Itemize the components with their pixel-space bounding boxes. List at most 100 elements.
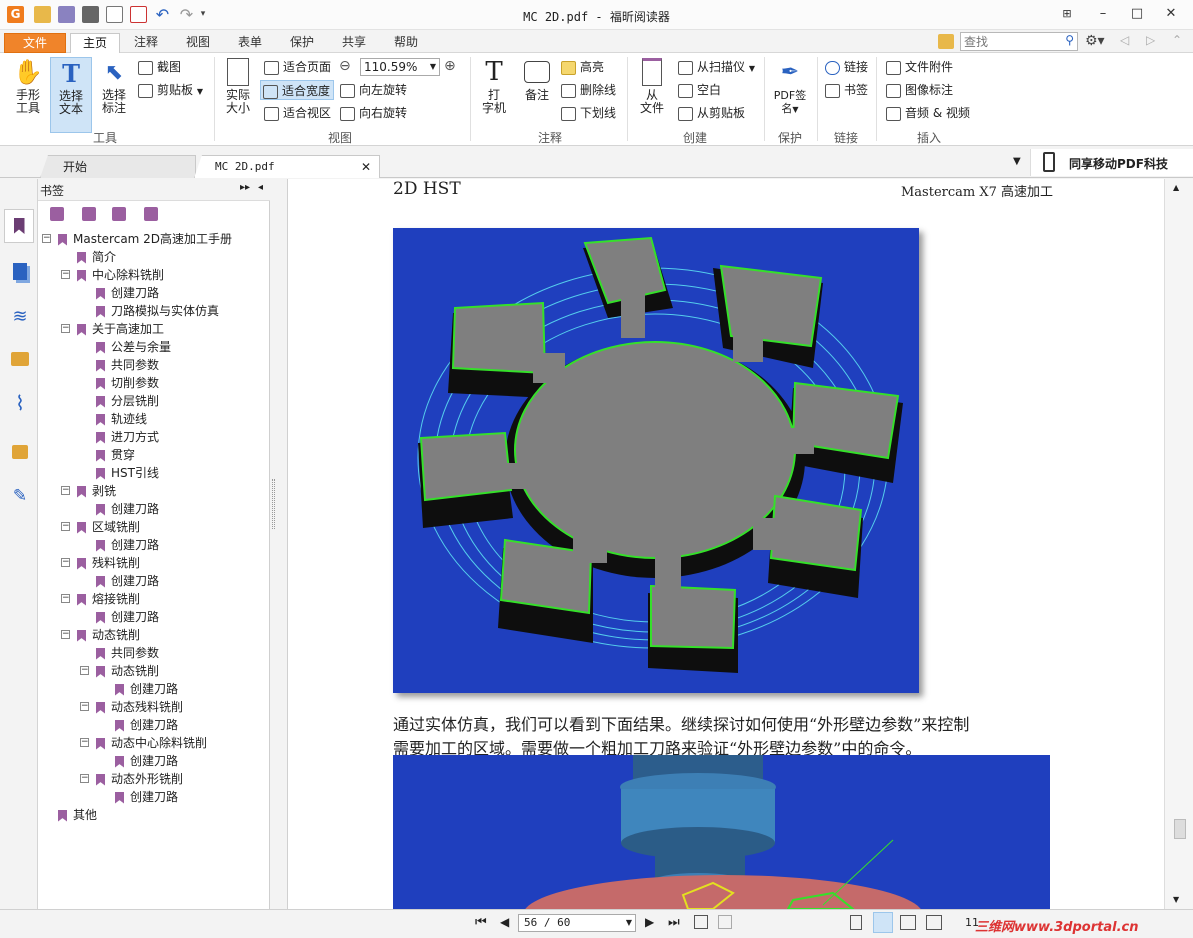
close-button[interactable]: ✕ [1156,4,1186,24]
from-clipboard-button[interactable]: 从剪贴板 [678,103,745,123]
bookmark-item[interactable]: − 剥铣 [61,482,116,500]
search-prev-icon[interactable]: ◁ [1120,33,1129,47]
fit-visible-button[interactable]: 适合视区 [262,103,333,123]
bookmark-item[interactable]: − 动态铣削 [61,626,140,644]
bookmarks-panel-icon[interactable] [4,209,34,243]
expand-bookmark-icon[interactable] [144,207,158,221]
collapse-toggle-icon[interactable]: − [80,774,89,783]
comments-panel-icon[interactable] [8,347,32,371]
first-page-icon[interactable]: ⏮ [475,915,487,930]
bookmark-item[interactable]: − 动态外形铣削 [80,770,183,788]
vertical-scrollbar[interactable]: ▲ ▼ [1164,179,1193,909]
scroll-up-icon[interactable]: ▲ [1173,183,1179,192]
attachments-panel-icon[interactable]: ⌇ [8,391,32,415]
collapse-toggle-icon[interactable]: − [80,666,89,675]
rotate-right-button[interactable]: 向右旋转 [340,103,407,123]
image-annotation-button[interactable]: 图像标注 [886,80,953,100]
bookmark-item[interactable]: 简介 [77,248,116,266]
zoom-out-icon[interactable]: ⊖ [339,58,351,74]
splitter-grip[interactable] [272,479,275,529]
bookmark-item[interactable]: 创建刀路 [115,752,178,770]
collapse-toggle-icon[interactable]: − [61,594,70,603]
bookmark-item[interactable]: 创建刀路 [96,608,159,626]
underline-button[interactable]: 下划线 [561,103,616,123]
from-file-button[interactable]: 从 文件 [634,57,670,115]
bookmark-item[interactable]: 共同参数 [96,356,159,374]
bookmark-item[interactable]: 贯穿 [96,446,135,464]
continuous-facing-icon[interactable] [926,915,942,930]
collapse-toggle-icon[interactable]: − [61,486,70,495]
typewriter-button[interactable]: T 打 字机 [476,57,512,115]
collapse-panel-icon[interactable]: ◂ [258,182,263,193]
settings-gear-icon[interactable]: ⚙▾ [1085,33,1105,49]
bookmark-item[interactable]: 共同参数 [96,644,159,662]
next-page-icon[interactable]: ▶ [645,915,654,929]
tab-form[interactable]: 表单 [230,33,270,53]
page-number-field[interactable]: 56 / 60 ▼ [518,914,636,932]
previous-page-icon[interactable]: ◀ [500,915,509,929]
move-bookmark-icon[interactable] [112,207,126,221]
bookmark-item[interactable]: 创建刀路 [96,500,159,518]
fit-width-button[interactable]: 适合宽度 [260,80,334,100]
delete-bookmark-icon[interactable] [50,207,64,221]
from-scanner-button[interactable]: 从扫描仪 ▼ [678,57,755,77]
audio-video-button[interactable]: 音频 & 视频 [886,103,970,123]
search-icon[interactable]: ⚲ [1065,33,1074,47]
close-tab-icon[interactable]: ✕ [361,156,371,178]
select-text-button[interactable]: T 选择 文本 [50,57,92,133]
pages-panel-icon[interactable] [8,259,32,283]
single-page-icon[interactable] [850,915,862,930]
zoom-combo[interactable]: 110.59% ▼ [360,58,440,76]
bookmark-item[interactable]: 创建刀路 [96,572,159,590]
minimize-button[interactable]: – [1088,4,1118,24]
collapse-toggle-icon[interactable]: − [61,270,70,279]
tab-help[interactable]: 帮助 [386,33,426,53]
note-button[interactable]: 备注 [518,57,556,102]
search-input[interactable] [961,33,1057,50]
bookmark-item[interactable]: − 熔接铣削 [61,590,140,608]
snapshot-button[interactable]: 截图 [138,57,181,77]
rotate-left-button[interactable]: 向左旋转 [340,80,407,100]
file-attachment-button[interactable]: 文件附件 [886,57,953,77]
actual-size-button[interactable]: 实际 大小 [220,57,256,115]
bookmark-item[interactable]: 轨迹线 [96,410,147,428]
bookmark-button[interactable]: 书签 [825,80,868,100]
ribbon-options-icon[interactable]: ⊞ [1052,4,1082,24]
zoom-in-icon[interactable]: ⊕ [444,58,456,74]
bookmark-item[interactable]: HST引线 [96,464,159,482]
tab-share[interactable]: 共享 [334,33,374,53]
continuous-page-icon[interactable] [873,912,893,933]
bookmark-item[interactable]: 切削参数 [96,374,159,392]
bookmark-item[interactable]: 创建刀路 [115,716,178,734]
bookmark-item[interactable]: 创建刀路 [115,788,178,806]
security-panel-icon[interactable] [8,437,32,461]
bookmark-item[interactable]: − 中心除料铣削 [61,266,164,284]
tab-view[interactable]: 视图 [178,33,218,53]
signature-panel-icon[interactable]: ✎ [8,484,32,508]
bookmark-item[interactable]: − 关于高速加工 [61,320,164,338]
bookmark-item[interactable]: − 残料铣削 [61,554,140,572]
bookmark-item[interactable]: − 动态中心除料铣削 [80,734,207,752]
bookmark-item[interactable]: 创建刀路 [96,284,159,302]
restore-button[interactable]: □ [1122,4,1152,24]
collapse-toggle-icon[interactable]: − [61,558,70,567]
facing-page-icon[interactable] [900,915,916,930]
bookmark-item[interactable]: − 动态铣削 [80,662,159,680]
bookmark-item[interactable]: 进刀方式 [96,428,159,446]
next-view-icon[interactable] [718,915,732,929]
find-folder-icon[interactable] [938,34,954,49]
collapse-toggle-icon[interactable]: − [61,522,70,531]
tab-start[interactable]: 开始 [40,155,196,178]
page-dropdown-icon[interactable]: ▼ [626,915,632,931]
bookmark-item[interactable]: 创建刀路 [115,680,178,698]
bookmark-item[interactable]: 公差与余量 [96,338,171,356]
add-bookmark-icon[interactable] [82,207,96,221]
pdf-sign-button[interactable]: ✒ PDF签 名▼ [770,57,810,116]
collapse-toggle-icon[interactable]: − [42,234,51,243]
search-box[interactable]: ⚲ [960,32,1078,51]
bookmark-item[interactable]: − Mastercam 2D高速加工手册 [42,230,232,248]
tab-document[interactable]: MC 2D.pdf ✕ [194,155,380,178]
strikeout-button[interactable]: 删除线 [561,80,616,100]
fit-page-button[interactable]: 适合页面 [262,57,333,77]
scroll-thumb[interactable] [1174,819,1186,839]
